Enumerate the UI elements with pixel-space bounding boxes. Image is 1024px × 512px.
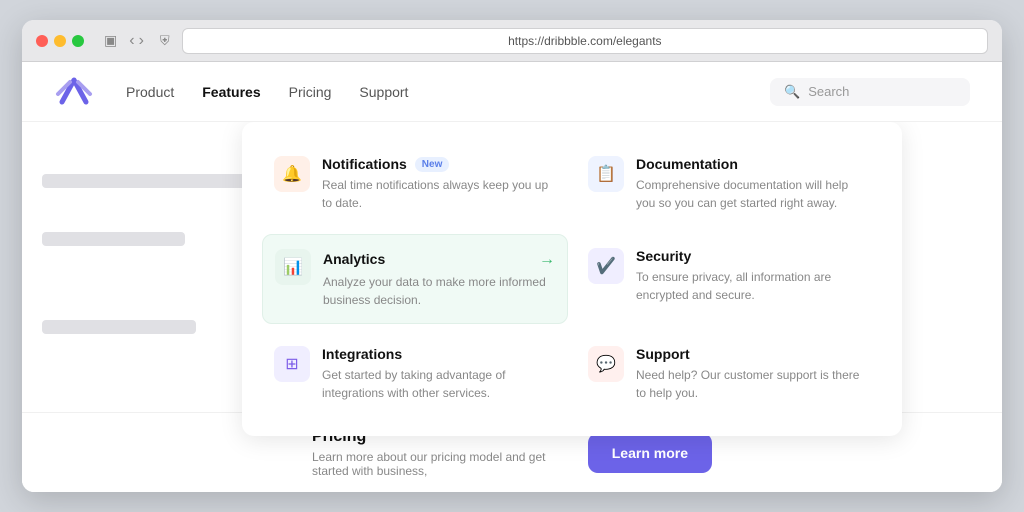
shield-check-icon: ✔️: [588, 248, 624, 284]
browser-window: ▣ ‹ › ⛨ https://dribbble.com/elegants Pr…: [22, 20, 1002, 492]
logo[interactable]: [54, 74, 94, 110]
menu-title-notifications: Notifications New: [322, 156, 556, 172]
nav-item-features[interactable]: Features: [202, 80, 260, 104]
menu-title-security: Security: [636, 248, 870, 264]
maximize-button[interactable]: [72, 35, 84, 47]
chat-icon: 💬: [588, 346, 624, 382]
menu-item-analytics[interactable]: 📊 Analytics → Analyze your data to make …: [262, 234, 568, 324]
address-bar[interactable]: https://dribbble.com/elegants: [182, 28, 988, 54]
navbar: Product Features Pricing Support 🔍 Searc…: [22, 62, 1002, 122]
menu-desc-analytics: Analyze your data to make more informed …: [323, 273, 555, 309]
minimize-button[interactable]: [54, 35, 66, 47]
menu-text-integrations: Integrations Get started by taking advan…: [322, 346, 556, 402]
sidebar-bar-1: [42, 174, 262, 188]
menu-item-documentation[interactable]: 📋 Documentation Comprehensive documentat…: [576, 142, 882, 226]
sidebar-bar-2: [42, 232, 185, 246]
browser-content: Product Features Pricing Support 🔍 Searc…: [22, 62, 1002, 492]
nav-arrows: ‹ ›: [129, 32, 144, 50]
menu-desc-documentation: Comprehensive documentation will help yo…: [636, 176, 870, 212]
sidebar-toggle-icon[interactable]: ▣: [104, 32, 117, 49]
menu-desc-integrations: Get started by taking advantage of integ…: [322, 366, 556, 402]
nav-item-pricing[interactable]: Pricing: [289, 80, 332, 104]
menu-title-integrations: Integrations: [322, 346, 556, 362]
menu-item-integrations[interactable]: ⊞ Integrations Get started by taking adv…: [262, 332, 568, 416]
nav-links: Product Features Pricing Support: [126, 80, 770, 104]
close-button[interactable]: [36, 35, 48, 47]
grid-icon: ⊞: [274, 346, 310, 382]
features-dropdown: 🔔 Notifications New Real time notificati…: [242, 122, 902, 436]
badge-new: New: [415, 157, 450, 172]
doc-icon: 📋: [588, 156, 624, 192]
menu-text-documentation: Documentation Comprehensive documentatio…: [636, 156, 870, 212]
chart-icon: 📊: [275, 249, 311, 285]
menu-title-documentation: Documentation: [636, 156, 870, 172]
menu-item-notifications[interactable]: 🔔 Notifications New Real time notificati…: [262, 142, 568, 226]
nav-item-product[interactable]: Product: [126, 80, 174, 104]
menu-text-support: Support Need help? Our customer support …: [636, 346, 870, 402]
shield-icon: ⛨: [160, 33, 170, 49]
menu-item-security[interactable]: ✔️ Security To ensure privacy, all infor…: [576, 234, 882, 324]
menu-desc-security: To ensure privacy, all information are e…: [636, 268, 870, 304]
menu-text-notifications: Notifications New Real time notification…: [322, 156, 556, 212]
menu-item-support-feature[interactable]: 💬 Support Need help? Our customer suppor…: [576, 332, 882, 416]
bell-icon: 🔔: [274, 156, 310, 192]
menu-text-analytics: Analytics → Analyze your data to make mo…: [323, 249, 555, 309]
menu-desc-support: Need help? Our customer support is there…: [636, 366, 870, 402]
arrow-right-icon: →: [531, 251, 555, 269]
menu-title-analytics: Analytics →: [323, 249, 555, 269]
url-text: https://dribbble.com/elegants: [508, 34, 661, 48]
main-content: 🔔 Notifications New Real time notificati…: [22, 122, 1002, 492]
nav-item-support[interactable]: Support: [359, 80, 408, 104]
traffic-lights: [36, 35, 84, 47]
title-bar: ▣ ‹ › ⛨ https://dribbble.com/elegants: [22, 20, 1002, 62]
pricing-desc: Learn more about our pricing model and g…: [312, 450, 548, 478]
search-bar[interactable]: 🔍 Search: [770, 78, 970, 106]
menu-title-support: Support: [636, 346, 870, 362]
sidebar-bar-3: [42, 320, 196, 334]
menu-desc-notifications: Real time notifications always keep you …: [322, 176, 556, 212]
menu-text-security: Security To ensure privacy, all informat…: [636, 248, 870, 304]
forward-icon[interactable]: ›: [139, 32, 144, 50]
search-placeholder: Search: [808, 84, 849, 99]
search-icon: 🔍: [784, 84, 800, 100]
back-icon[interactable]: ‹: [129, 32, 134, 50]
learn-more-button[interactable]: Learn more: [588, 433, 712, 473]
